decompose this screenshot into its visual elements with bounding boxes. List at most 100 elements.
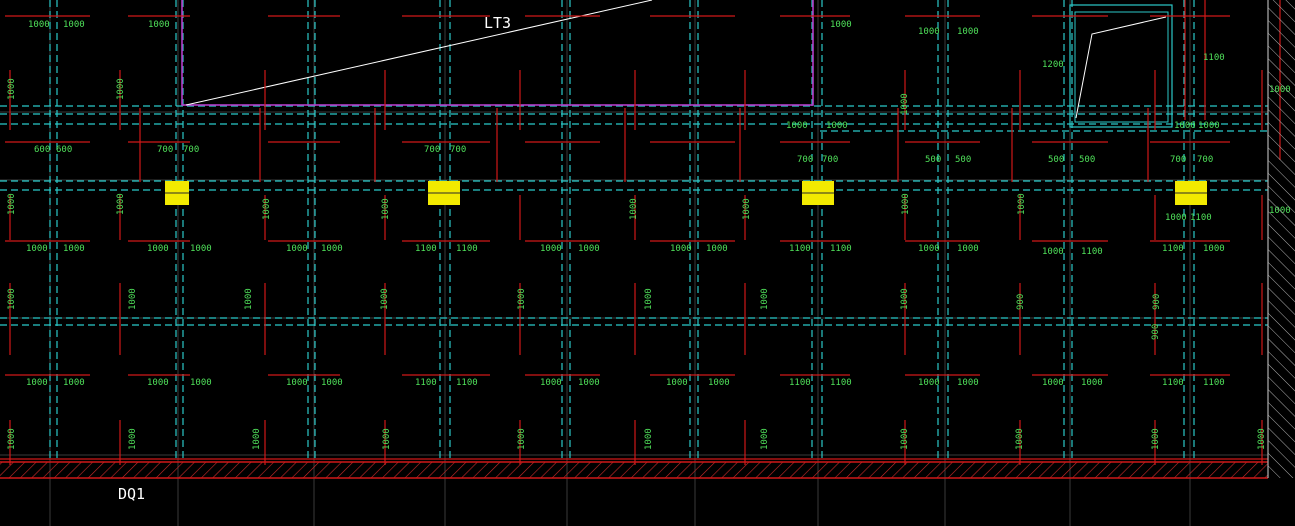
dimension-text: 500	[925, 155, 941, 165]
wall-hatch	[0, 462, 1268, 478]
dimension-text: 700	[450, 145, 466, 155]
structural-plan-drawing: LT3 1000 1000 1000 10001000 1000120011001000…	[0, 0, 1295, 526]
dimension-text: 1100	[1162, 378, 1184, 388]
dimension-text: 1000	[578, 378, 600, 388]
wall-label: DQ1	[118, 485, 145, 503]
dimension-text: 1000	[666, 378, 688, 388]
dimension-text: 1000	[901, 193, 911, 215]
dimension-text: 1000	[190, 244, 212, 254]
dimension-text: 1000	[540, 378, 562, 388]
dimension-text: 1100	[830, 244, 852, 254]
dimension-text: 1000	[708, 378, 730, 388]
dimension-text: 1000	[7, 193, 17, 215]
dimension-text: 500	[955, 155, 971, 165]
dimension-text: 1000	[190, 378, 212, 388]
dimension-text: 700	[183, 145, 199, 155]
dimension-text: 900	[1016, 294, 1026, 310]
dimension-text: 1000	[382, 428, 392, 450]
dimension-text: 1000	[147, 244, 169, 254]
dimension-text: 1000	[26, 244, 48, 254]
columns	[165, 181, 1207, 205]
dimension-text: 1000	[244, 288, 254, 310]
dimension-text: 1000	[517, 288, 527, 310]
dimension-text: 1000	[1257, 428, 1267, 450]
dimension-text: 1000	[786, 121, 808, 131]
dimension-text: 1000	[381, 198, 391, 220]
dimension-text: 1100	[1190, 213, 1212, 223]
dimension-text: 1000	[957, 244, 979, 254]
dimension-text: 1000	[63, 20, 85, 30]
shaft-outline-outer	[1069, 4, 1173, 128]
dimension-text: 1000	[1198, 121, 1220, 131]
dimension-text: 1000	[7, 78, 17, 100]
dimension-text: 600	[34, 145, 50, 155]
dimension-text: 1000	[1081, 378, 1103, 388]
bottom-wall: DQ1	[0, 461, 1268, 503]
dimension-text: 1000	[128, 428, 138, 450]
dimension-text: 1100	[789, 378, 811, 388]
dimension-text: 1000	[28, 20, 50, 30]
dimension-text: 1100	[1203, 378, 1225, 388]
dimension-text: 1000	[1203, 244, 1225, 254]
dimension-text: 1100	[789, 244, 811, 254]
dimension-text: 1000	[26, 378, 48, 388]
dimension-text: 1100	[456, 378, 478, 388]
dimension-text: 1000	[7, 288, 17, 310]
dimension-text: 1100	[456, 244, 478, 254]
dimension-text: 1000	[1151, 428, 1161, 450]
dimension-text: 900	[1152, 294, 1162, 310]
dimension-text: 1000	[918, 244, 940, 254]
dimension-text: 1000	[321, 244, 343, 254]
dimension-text: 1000	[644, 428, 654, 450]
shaft-opening	[1069, 4, 1173, 128]
dimension-text: 1000	[830, 20, 852, 30]
dimension-text: 900	[1151, 324, 1161, 340]
dimension-text: 1000	[321, 378, 343, 388]
dimension-text: 1000	[900, 93, 910, 115]
dimension-text: 1000	[706, 244, 728, 254]
dimension-text: 1100	[830, 378, 852, 388]
dimension-text: 1000	[629, 198, 639, 220]
dimension-text: 700	[424, 145, 440, 155]
dimension-text: 1000	[63, 244, 85, 254]
dimension-text: 1000	[540, 244, 562, 254]
rebar-lines	[0, 0, 1281, 465]
dimension-text: 700	[157, 145, 173, 155]
dimension-text: 1000	[957, 27, 979, 37]
dimension-text: 1000	[957, 378, 979, 388]
dimension-text: 1000	[128, 288, 138, 310]
dimension-text: 1000	[1015, 428, 1025, 450]
dimension-text: 1000	[7, 428, 17, 450]
dimension-text: 1000	[286, 244, 308, 254]
dimension-text: 1000	[918, 378, 940, 388]
dimension-text: 1000	[262, 198, 272, 220]
dimension-text: 500	[1048, 155, 1064, 165]
dimension-text: 1000	[148, 20, 170, 30]
dimension-text: 1000	[380, 288, 390, 310]
dimension-text: 1100	[1203, 53, 1225, 63]
background-grid-lines	[0, 0, 1268, 526]
dimension-text: 500	[1079, 155, 1095, 165]
dimension-text: 1000	[252, 428, 262, 450]
slab-grid-lines	[0, 0, 1268, 460]
dimension-text: 1000	[670, 244, 692, 254]
dimension-text: 700	[1197, 155, 1213, 165]
right-wall	[1267, 0, 1295, 478]
dimension-text: 1000	[1042, 247, 1064, 257]
dimension-text: 700	[797, 155, 813, 165]
dimension-text: 1000	[760, 288, 770, 310]
dimension-text: 1000	[918, 27, 940, 37]
dimension-text: 1000	[900, 428, 910, 450]
dimension-text: 1000	[517, 428, 527, 450]
dimension-text: 1000	[116, 193, 126, 215]
dimension-text: 1000	[900, 288, 910, 310]
shaft-diagonal	[1075, 16, 1167, 119]
shaft-outline-inner	[1074, 11, 1169, 123]
dimension-text: 1000	[1165, 213, 1187, 223]
dimension-text: 1000	[578, 244, 600, 254]
dimension-text: 1200	[1042, 60, 1064, 70]
dimension-text: 1100	[1162, 244, 1184, 254]
dimension-text: 1000	[760, 428, 770, 450]
dimension-text: 1000	[286, 378, 308, 388]
right-wall-hatch	[1268, 0, 1295, 478]
